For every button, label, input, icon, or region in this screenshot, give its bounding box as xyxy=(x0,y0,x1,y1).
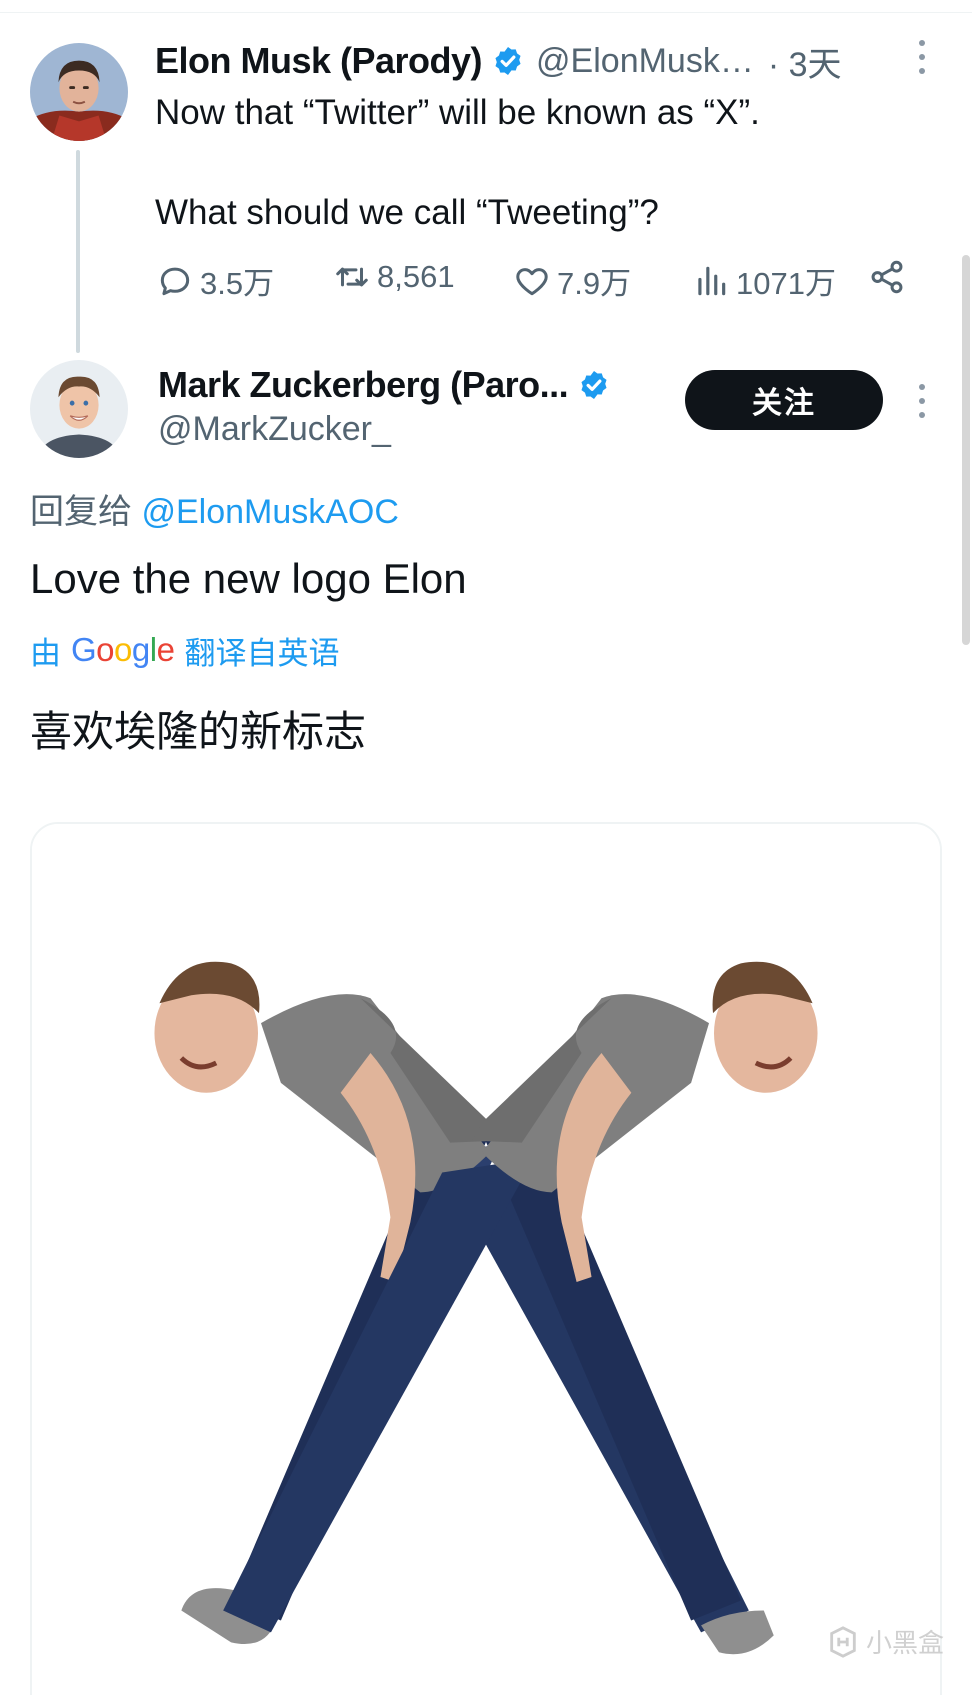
xiaoheihe-logo-icon xyxy=(826,1625,860,1659)
tweet1-line-1: Now that “Twitter” will be known as “X”. xyxy=(155,93,760,132)
retweet-button[interactable]: 8,561 xyxy=(333,258,455,296)
bar-chart-icon xyxy=(692,262,730,300)
reply-to-mention[interactable]: @ElonMuskAOC xyxy=(141,493,398,531)
tweet2-text: Love the new logo Elon xyxy=(30,555,467,602)
tweet1-more-icon[interactable] xyxy=(912,40,932,74)
tweet2-author-name[interactable]: Mark Zuckerberg (Paro... xyxy=(158,364,569,406)
tweet2-media-image[interactable] xyxy=(30,822,942,1695)
views-button[interactable]: 1071万 xyxy=(692,258,836,303)
translate-prefix: 由 xyxy=(30,635,61,671)
tweet1-line-2: What should we call “Tweeting”? xyxy=(155,193,659,232)
retweet-arrows-icon xyxy=(333,258,371,296)
tweet-thread-page: Elon Musk (Parody) @ElonMusk… · 3天 Now t… xyxy=(0,0,972,1695)
tweet1-handle[interactable]: @ElonMusk… xyxy=(536,42,754,81)
verified-badge-icon xyxy=(492,45,524,77)
tweet1-body: Now that “Twitter” will be known as “X”.… xyxy=(155,90,915,236)
mark-avatar[interactable] xyxy=(30,360,128,458)
reply-button[interactable]: 3.5万 xyxy=(156,258,274,303)
follow-button[interactable]: 关注 xyxy=(685,370,883,430)
tweet1-timestamp[interactable]: · 3天 xyxy=(768,37,842,86)
tweet2-handle[interactable]: @MarkZucker_ xyxy=(158,410,391,449)
retweet-count: 8,561 xyxy=(377,259,455,294)
tweet1-action-bar: 3.5万 8,561 7.9万 1071万 xyxy=(0,258,972,308)
watermark-text: 小黑盒 xyxy=(866,1628,945,1658)
tweet2-more-icon[interactable] xyxy=(912,384,932,418)
reply-count: 3.5万 xyxy=(200,266,275,301)
verified-badge-icon xyxy=(578,369,610,401)
translate-suffix: 翻译自英语 xyxy=(184,635,340,671)
tweet1-header: Elon Musk (Parody) @ElonMusk… · 3天 xyxy=(155,38,842,84)
share-button[interactable] xyxy=(868,258,912,296)
share-nodes-icon xyxy=(868,258,906,296)
like-count: 7.9万 xyxy=(557,266,632,301)
translated-text: 喜欢埃隆的新标志 xyxy=(30,708,367,755)
reply-to-prefix: 回复给 xyxy=(30,493,132,531)
reply-to-line: 回复给 @ElonMuskAOC xyxy=(30,484,399,533)
google-logo: Google xyxy=(71,631,175,668)
elon-avatar[interactable] xyxy=(30,43,128,141)
tweet1-author-name[interactable]: Elon Musk (Parody) xyxy=(155,40,483,82)
like-button[interactable]: 7.9万 xyxy=(513,258,631,303)
thread-connector-line xyxy=(76,150,80,353)
translation-attribution[interactable]: 由 Google 翻译自英语 xyxy=(30,628,339,672)
top-divider xyxy=(0,12,972,13)
reply-bubble-icon xyxy=(156,262,194,300)
tweet2-name-row: Mark Zuckerberg (Paro... xyxy=(158,362,610,408)
views-count: 1071万 xyxy=(736,266,836,301)
heart-icon xyxy=(513,262,551,300)
watermark: 小黑盒 xyxy=(826,1623,944,1660)
scrollbar[interactable] xyxy=(962,255,970,645)
